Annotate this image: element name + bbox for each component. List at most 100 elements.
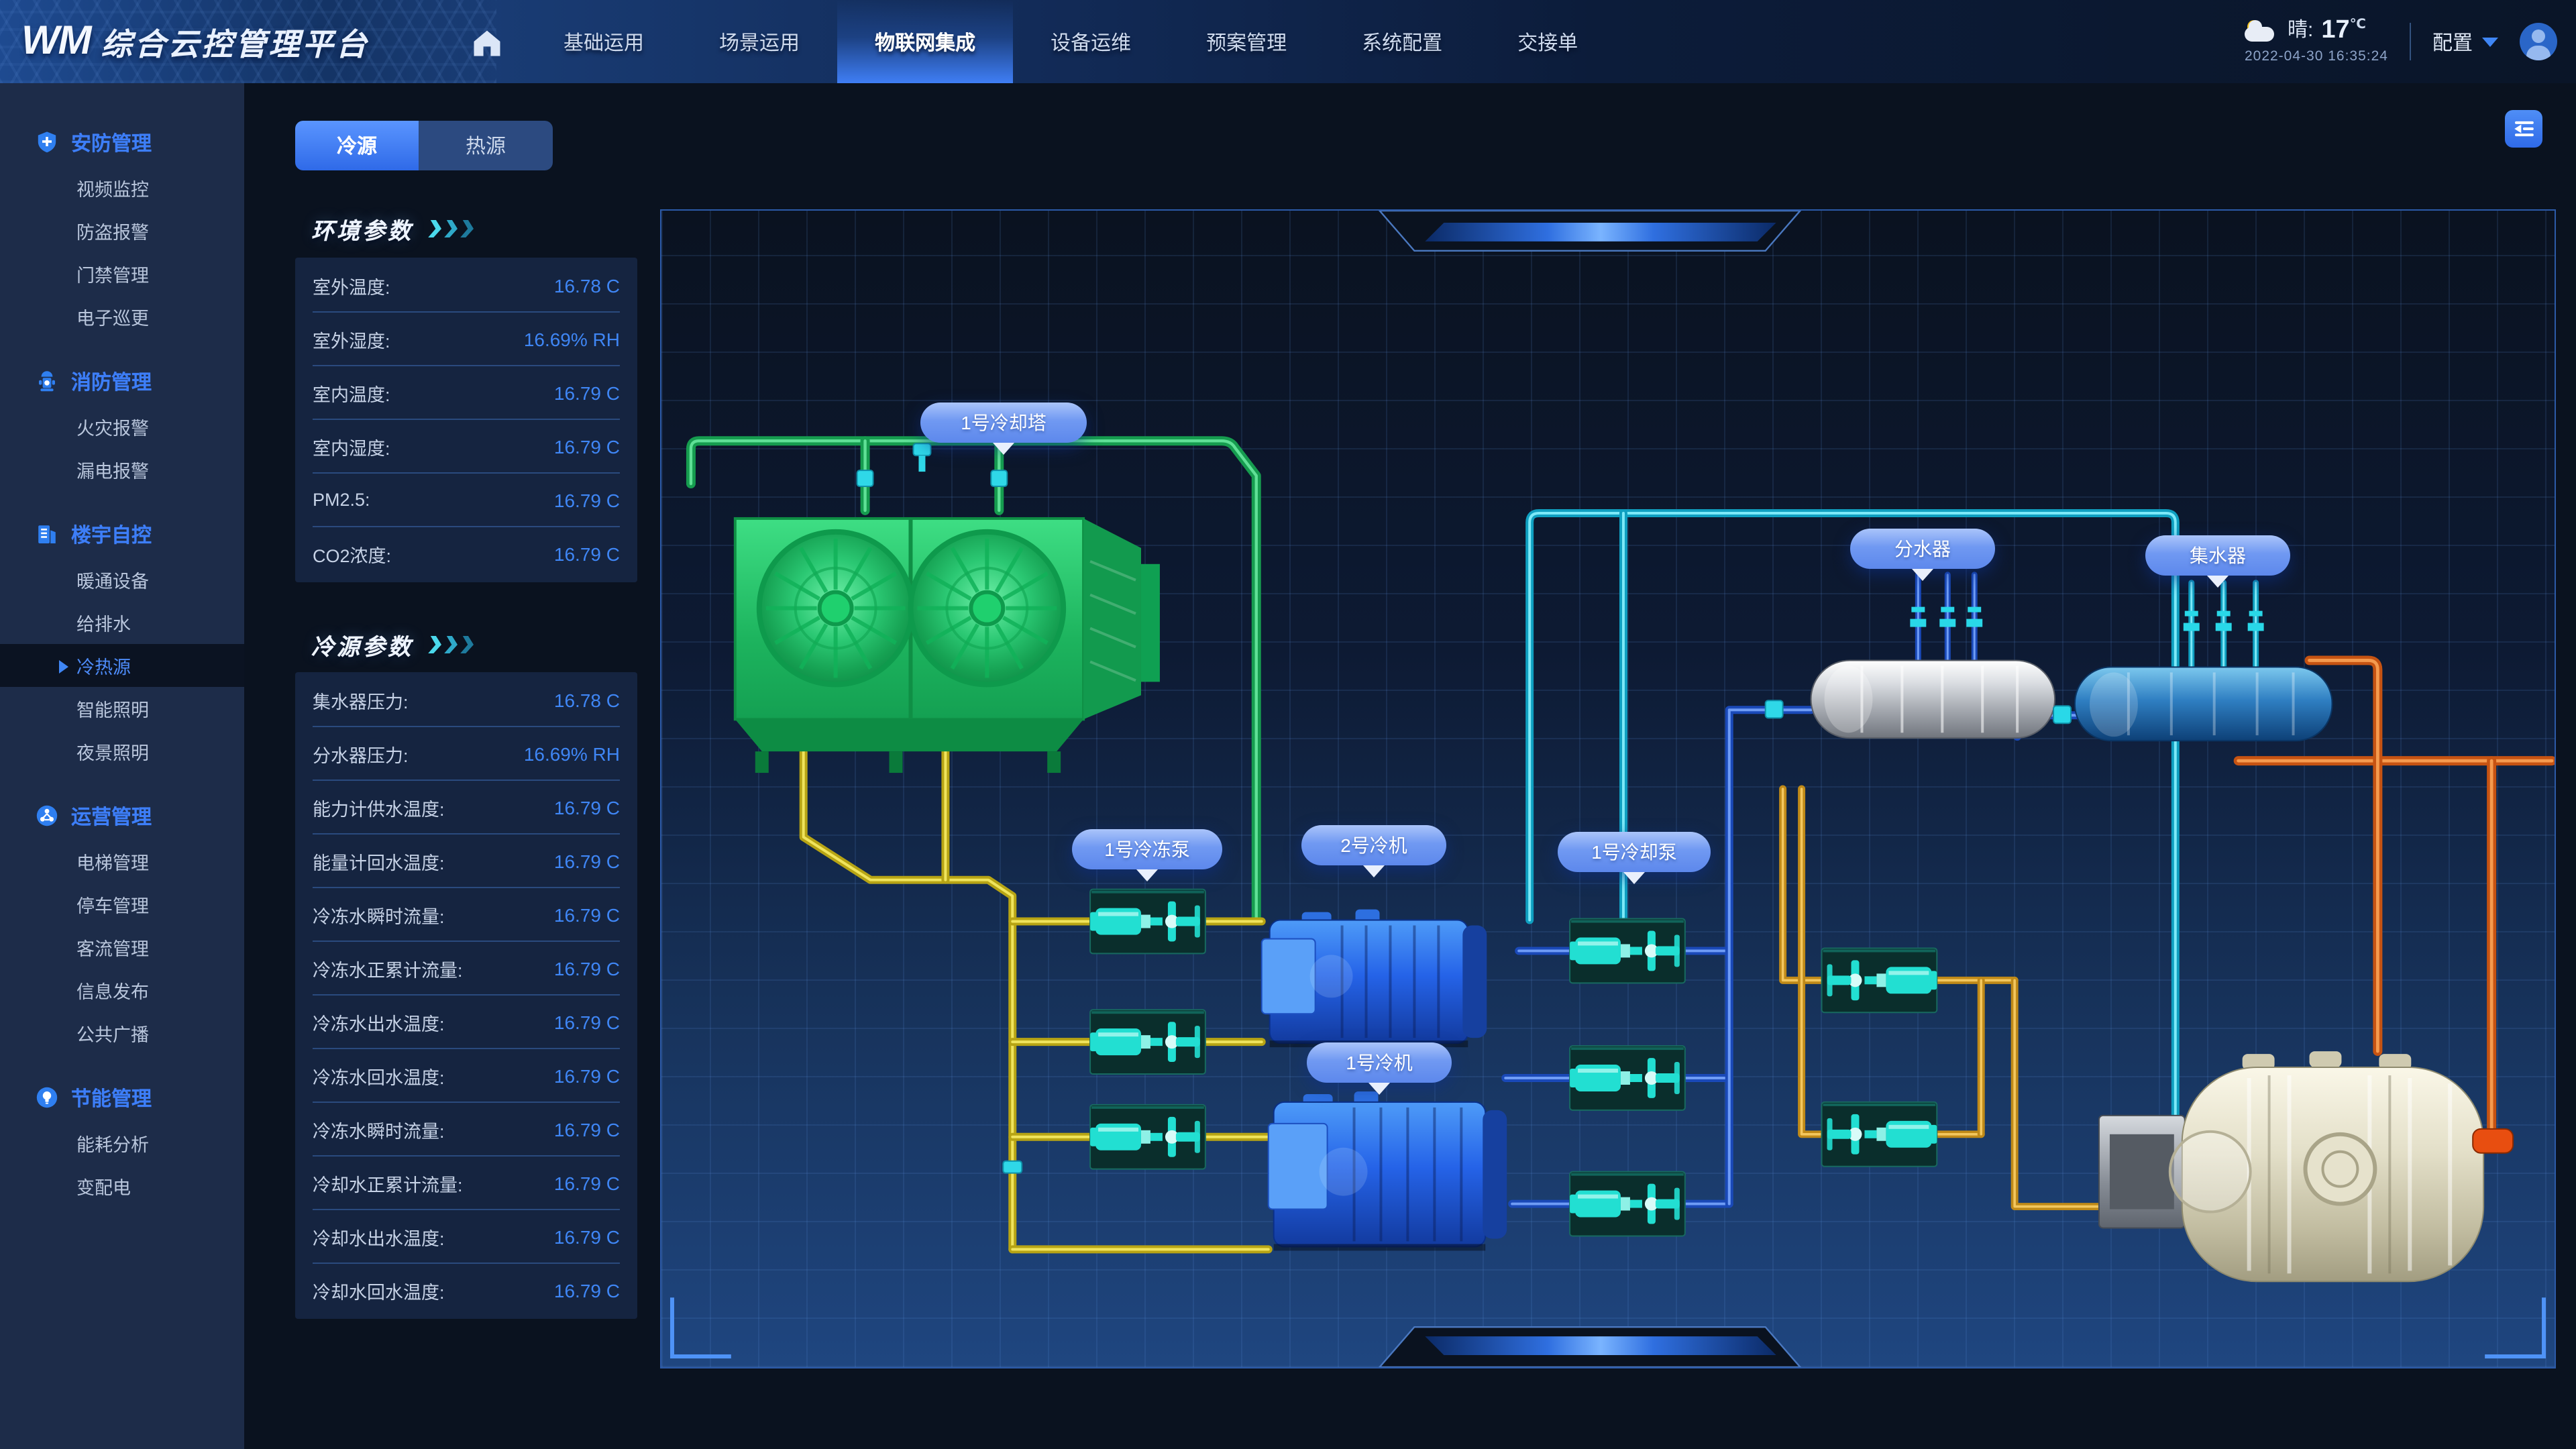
sidebar-section-energy: 节能管理 能耗分析变配电 [0, 1073, 244, 1208]
section-title: 环境参数 [311, 212, 413, 246]
sidebar-item-label: 夜景照明 [76, 738, 149, 765]
main-nav: 基础运用场景运用物联网集成设备运维预案管理系统配置交接单 [526, 0, 1615, 83]
param-value: 16.79 C [554, 796, 620, 818]
sidebar-item[interactable]: 信息发布 [0, 969, 244, 1012]
sidebar-section-header[interactable]: 楼宇自控 [0, 510, 244, 558]
sidebar-item[interactable]: 能耗分析 [0, 1122, 244, 1165]
param-value: 16.78 C [554, 274, 620, 296]
param-label: 冷冻水瞬时流量: [313, 1116, 445, 1142]
sidebar-item[interactable]: 公共广播 [0, 1012, 244, 1055]
nav-item-6[interactable]: 系统配置 [1324, 0, 1480, 83]
sidebar-item[interactable]: 漏电报警 [0, 448, 244, 491]
collapse-panel-button[interactable] [2505, 110, 2542, 148]
sun-cloud-icon [2245, 19, 2279, 44]
sidebar-item[interactable]: 客流管理 [0, 926, 244, 969]
param-label: 集水器压力: [313, 686, 409, 713]
water-collector-tank [2075, 667, 2332, 741]
param-row: 冷却水正累计流量:16.79 C [313, 1157, 620, 1210]
tab-cold-source[interactable]: 冷源 [295, 121, 419, 170]
label-cooling-pump: 1号冷却泵 [1558, 832, 1711, 872]
param-row: 能力计供水温度:16.79 C [313, 781, 620, 835]
param-row: 冷冻水出水温度:16.79 C [313, 996, 620, 1049]
nav-item-5[interactable]: 预案管理 [1169, 0, 1324, 83]
logo: WM 综合云控管理平台 [21, 0, 370, 83]
nav-item-2[interactable]: 场景运用 [682, 0, 837, 83]
sidebar-section-title: 消防管理 [71, 367, 152, 395]
label-chiller-2: 2号冷机 [1301, 825, 1446, 865]
cooling-tower [735, 519, 1160, 773]
label-water-divider: 分水器 [1850, 529, 1995, 569]
sidebar-item[interactable]: 停车管理 [0, 883, 244, 926]
top-header: WM 综合云控管理平台 基础运用场景运用物联网集成设备运维预案管理系统配置交接单… [0, 0, 2576, 83]
sidebar-section-header[interactable]: 安防管理 [0, 118, 244, 166]
header-right: 晴: 17℃ 2022-04-30 16:35:24 配置 [2245, 0, 2557, 83]
sidebar-item[interactable]: 夜景照明 [0, 730, 244, 773]
sidebar-section-header[interactable]: 消防管理 [0, 357, 244, 405]
nav-item-3[interactable]: 物联网集成 [837, 0, 1013, 83]
param-value: 16.79 C [554, 1065, 620, 1086]
param-row: 集水器压力:16.78 C [313, 674, 620, 727]
share-icon [35, 804, 59, 828]
sidebar-item-label: 给排水 [76, 609, 131, 636]
param-label: 室外湿度: [313, 325, 390, 352]
sidebar-item-label: 信息发布 [76, 977, 149, 1004]
param-value: 16.69% RH [524, 328, 620, 350]
weather-widget: 晴: 17℃ 2022-04-30 16:35:24 [2245, 18, 2388, 66]
sidebar-item-label: 暖通设备 [76, 566, 149, 593]
param-row: 冷冻水正累计流量:16.79 C [313, 942, 620, 996]
nav-item-7[interactable]: 交接单 [1480, 0, 1615, 83]
source-tabs: 冷源热源 [295, 121, 553, 170]
param-value: 16.79 C [554, 904, 620, 925]
shield-icon [35, 130, 59, 154]
nav-item-4[interactable]: 设备运维 [1013, 0, 1169, 83]
param-row: 冷冻水瞬时流量:16.79 C [313, 888, 620, 942]
chiller-1 [1269, 1091, 1507, 1250]
cooling-pump-column [1570, 919, 1685, 1236]
building-icon [35, 522, 59, 546]
config-label: 配置 [2432, 28, 2473, 56]
sidebar-section-title: 安防管理 [71, 128, 152, 156]
param-value: 16.79 C [554, 1280, 620, 1301]
sidebar-item[interactable]: 电梯管理 [0, 840, 244, 883]
sidebar-item[interactable]: 门禁管理 [0, 252, 244, 295]
env-params-header: 环境参数 [311, 212, 474, 246]
water-divider-tank [1811, 660, 2055, 738]
triple-chevron-icon [429, 220, 474, 237]
label-freeze-pump: 1号冷冻泵 [1072, 829, 1222, 869]
param-row: 冷却水回水温度: 16.79 C [313, 1264, 620, 1318]
avatar[interactable] [2520, 23, 2557, 60]
sidebar-section-header[interactable]: 运营管理 [0, 792, 244, 840]
param-label: 冷却水出水温度: [313, 1223, 445, 1250]
param-row: 室外湿度: 16.69% RH [313, 313, 620, 366]
config-dropdown[interactable]: 配置 [2432, 28, 2498, 56]
hydrant-icon [35, 369, 59, 393]
param-label: 冷却水正累计流量: [313, 1169, 463, 1196]
param-row: 分水器压力:16.69% RH [313, 727, 620, 781]
param-label: 分水器压力: [313, 740, 409, 767]
param-value: 16.79 C [554, 1118, 620, 1140]
home-icon[interactable] [470, 25, 504, 60]
sidebar-item[interactable]: 变配电 [0, 1165, 244, 1208]
param-label: 冷却水回水温度: [313, 1277, 445, 1304]
chiller-2 [1262, 910, 1487, 1048]
sidebar-item[interactable]: 给排水 [0, 601, 244, 644]
cold-params-panel: 集水器压力:16.78 C分水器压力:16.69% RH能力计供水温度:16.7… [295, 672, 637, 1319]
tab-heat-source[interactable]: 热源 [419, 121, 553, 170]
sidebar-section-header[interactable]: 节能管理 [0, 1073, 244, 1122]
sidebar-item[interactable]: 电子巡更 [0, 295, 244, 338]
sidebar-item[interactable]: 智能照明 [0, 687, 244, 730]
param-label: 室内湿度: [313, 433, 390, 460]
hvac-schematic: .pipe{fill:none;stroke-linejoin:round;st… [660, 209, 2556, 1368]
sidebar-item[interactable]: 视频监控 [0, 166, 244, 209]
nav-item-1[interactable]: 基础运用 [526, 0, 682, 83]
sidebar-item[interactable]: 冷热源 [0, 644, 244, 687]
sidebar-item[interactable]: 防盗报警 [0, 209, 244, 252]
param-label: 冷冻水回水温度: [313, 1062, 445, 1089]
sidebar-item-label: 能耗分析 [76, 1130, 149, 1157]
sidebar-item-label: 冷热源 [76, 652, 131, 679]
sidebar-item-label: 停车管理 [76, 891, 149, 918]
sidebar-section-security: 安防管理 视频监控防盗报警门禁管理电子巡更 [0, 118, 244, 338]
sidebar-item[interactable]: 暖通设备 [0, 558, 244, 601]
sidebar-item-label: 电梯管理 [76, 848, 149, 875]
sidebar-item[interactable]: 火灾报警 [0, 405, 244, 448]
